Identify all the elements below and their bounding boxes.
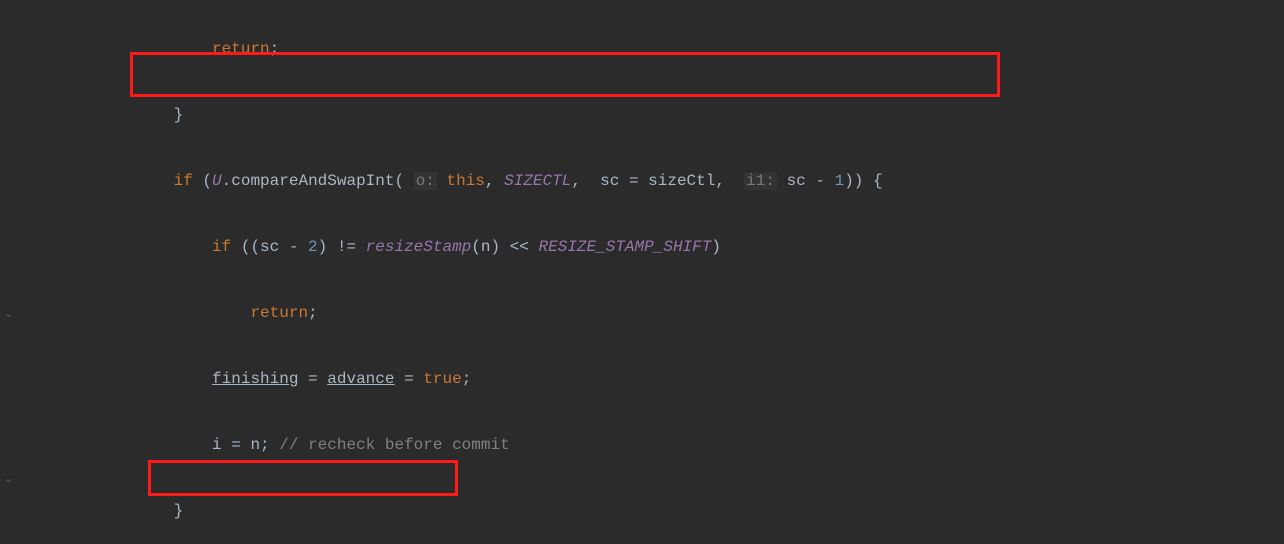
text <box>437 172 447 190</box>
field-advance: advance <box>327 370 394 388</box>
field-finishing: finishing <box>212 370 298 388</box>
fold-marker-icon[interactable]: ⌄ <box>4 310 14 320</box>
text: ) <box>711 238 721 256</box>
number: 1 <box>835 172 845 190</box>
keyword-if: if <box>174 172 193 190</box>
number: 2 <box>308 238 318 256</box>
text: ; <box>308 304 318 322</box>
fold-marker-icon[interactable]: ⌄ <box>4 475 14 485</box>
keyword-this: this <box>447 172 485 190</box>
code-line[interactable]: return; <box>20 297 883 330</box>
text: i = n; <box>212 436 279 454</box>
text: = <box>298 370 327 388</box>
text: sc - <box>787 172 835 190</box>
keyword-return: return <box>250 304 308 322</box>
const-sizectl: SIZECTL <box>504 172 571 190</box>
param-hint: o: <box>414 172 437 190</box>
keyword-true: true <box>423 370 461 388</box>
text: , <box>485 172 504 190</box>
param-hint: i1: <box>744 172 777 190</box>
brace: } <box>174 106 184 124</box>
text <box>777 172 787 190</box>
comment: // recheck before commit <box>279 436 509 454</box>
code-line[interactable]: } <box>20 495 883 528</box>
text: ) != <box>318 238 366 256</box>
code-area[interactable]: return; } if (U.compareAndSwapInt( o: th… <box>20 0 883 544</box>
gutter: ⌄ ⌄ <box>0 0 20 264</box>
code-line[interactable]: } <box>20 99 883 132</box>
text: . <box>222 172 232 190</box>
method-resizeStamp: resizeStamp <box>366 238 472 256</box>
text: ((sc - <box>231 238 308 256</box>
text: = <box>394 370 423 388</box>
code-editor[interactable]: ⌄ ⌄ return; } if (U.compareAndSwapInt( o… <box>0 0 1284 264</box>
code-line[interactable]: return; <box>20 33 883 66</box>
text: ( <box>394 172 413 190</box>
field-U: U <box>212 172 222 190</box>
text: ; <box>462 370 472 388</box>
text: ; <box>270 40 280 58</box>
keyword-return: return <box>212 40 270 58</box>
code-line[interactable]: if (U.compareAndSwapInt( o: this, SIZECT… <box>20 165 883 198</box>
const-resize-stamp-shift: RESIZE_STAMP_SHIFT <box>539 238 712 256</box>
text: (n) << <box>471 238 538 256</box>
text: , sc = sizeCtl, <box>571 172 744 190</box>
keyword-if: if <box>212 238 231 256</box>
text: ( <box>193 172 212 190</box>
brace: } <box>174 502 184 520</box>
method-call: compareAndSwapInt <box>231 172 394 190</box>
code-line[interactable]: finishing = advance = true; <box>20 363 883 396</box>
code-line[interactable]: i = n; // recheck before commit <box>20 429 883 462</box>
code-line[interactable]: if ((sc - 2) != resizeStamp(n) << RESIZE… <box>20 231 883 264</box>
text: )) { <box>844 172 882 190</box>
